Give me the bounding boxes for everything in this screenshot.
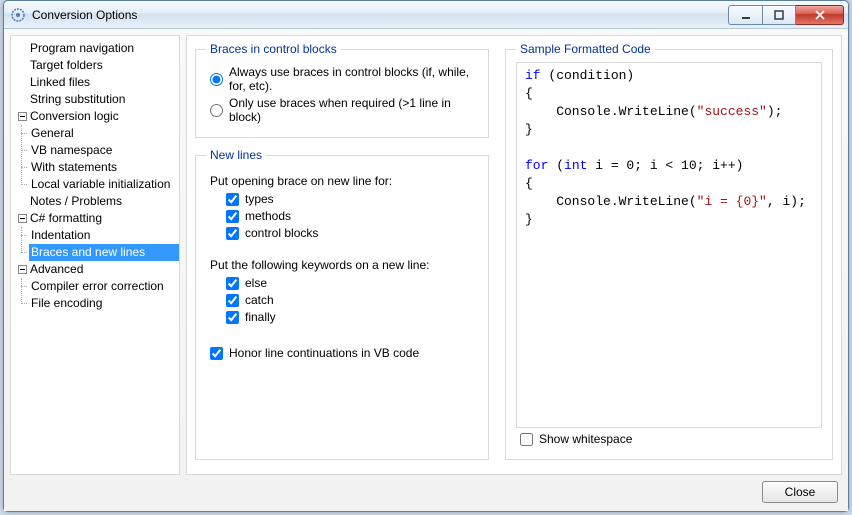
tree-item-csharp-formatting[interactable]: C# formatting bbox=[15, 210, 179, 227]
check-else-input[interactable] bbox=[226, 277, 239, 290]
collapse-icon[interactable] bbox=[17, 213, 28, 224]
tree-item-general[interactable]: General bbox=[29, 125, 179, 142]
close-window-button[interactable] bbox=[796, 5, 844, 25]
radio-label: Always use braces in control blocks (if,… bbox=[229, 65, 478, 93]
check-catch[interactable]: catch bbox=[226, 293, 478, 307]
check-label: else bbox=[245, 276, 267, 290]
check-honor-vb-input[interactable] bbox=[210, 347, 223, 360]
check-control-blocks-input[interactable] bbox=[226, 227, 239, 240]
tree-item-target-folders[interactable]: Target folders bbox=[15, 57, 179, 74]
braces-group: Braces in control blocks Always use brac… bbox=[195, 42, 489, 138]
check-show-whitespace-input[interactable] bbox=[520, 433, 533, 446]
radio-label: Only use braces when required (>1 line i… bbox=[229, 96, 478, 124]
tree-label: String substitution bbox=[30, 91, 125, 108]
sample-group: Sample Formatted Code if (condition) { C… bbox=[505, 42, 833, 460]
close-button[interactable]: Close bbox=[762, 481, 838, 503]
radio-required-braces-input[interactable] bbox=[210, 104, 223, 117]
settings-panel: Braces in control blocks Always use brac… bbox=[186, 35, 842, 475]
tree-label: Target folders bbox=[30, 57, 103, 74]
tree-item-braces-newlines[interactable]: Braces and new lines bbox=[29, 244, 179, 261]
tree-item-notes-problems[interactable]: Notes / Problems bbox=[15, 193, 179, 210]
tree-label: VB namespace bbox=[31, 142, 112, 159]
tree-label: Advanced bbox=[30, 261, 83, 278]
tree-label: Program navigation bbox=[30, 40, 134, 57]
app-icon bbox=[10, 7, 26, 23]
braces-legend: Braces in control blocks bbox=[206, 42, 341, 56]
check-types[interactable]: types bbox=[226, 192, 478, 206]
sample-legend: Sample Formatted Code bbox=[516, 42, 655, 56]
titlebar[interactable]: Conversion Options bbox=[4, 1, 848, 29]
tree-label: C# formatting bbox=[30, 210, 102, 227]
tree-label: Linked files bbox=[30, 74, 90, 91]
footer: Close bbox=[10, 479, 842, 505]
tree-label: Notes / Problems bbox=[30, 193, 122, 210]
tree-item-file-encoding[interactable]: File encoding bbox=[29, 295, 179, 312]
tree-item-local-var-init[interactable]: Local variable initialization bbox=[29, 176, 179, 193]
check-label: finally bbox=[245, 310, 276, 324]
client-area: Program navigation Target folders Linked… bbox=[4, 29, 848, 511]
check-label: control blocks bbox=[245, 226, 318, 240]
check-else[interactable]: else bbox=[226, 276, 478, 290]
check-control-blocks[interactable]: control blocks bbox=[226, 226, 478, 240]
tree-item-vb-namespace[interactable]: VB namespace bbox=[29, 142, 179, 159]
newlines-legend: New lines bbox=[206, 148, 266, 162]
tree-item-program-navigation[interactable]: Program navigation bbox=[15, 40, 179, 57]
tree-label: File encoding bbox=[31, 295, 102, 312]
collapse-icon[interactable] bbox=[17, 264, 28, 275]
tree-label: General bbox=[31, 125, 74, 142]
tree-item-linked-files[interactable]: Linked files bbox=[15, 74, 179, 91]
check-label: catch bbox=[245, 293, 274, 307]
options-column: Braces in control blocks Always use brac… bbox=[187, 36, 497, 474]
sample-column: Sample Formatted Code if (condition) { C… bbox=[497, 36, 841, 474]
tree-label: Compiler error correction bbox=[31, 278, 164, 295]
check-show-whitespace[interactable]: Show whitespace bbox=[520, 432, 822, 446]
put-opening-label: Put opening brace on new line for: bbox=[210, 174, 478, 188]
check-methods[interactable]: methods bbox=[226, 209, 478, 223]
collapse-icon[interactable] bbox=[17, 111, 28, 122]
tree-label: With statements bbox=[31, 159, 117, 176]
check-honor-vb[interactable]: Honor line continuations in VB code bbox=[210, 346, 478, 360]
tree-label: Conversion logic bbox=[30, 108, 119, 125]
radio-required-braces[interactable]: Only use braces when required (>1 line i… bbox=[210, 96, 478, 124]
tree-label: Braces and new lines bbox=[31, 244, 145, 261]
tree-item-conversion-logic[interactable]: Conversion logic bbox=[15, 108, 179, 125]
window-title: Conversion Options bbox=[32, 8, 728, 22]
check-finally[interactable]: finally bbox=[226, 310, 478, 324]
newlines-group: New lines Put opening brace on new line … bbox=[195, 148, 489, 460]
tree-item-compiler-error-correction[interactable]: Compiler error correction bbox=[29, 278, 179, 295]
check-label: methods bbox=[245, 209, 291, 223]
check-label: types bbox=[245, 192, 274, 206]
check-methods-input[interactable] bbox=[226, 210, 239, 223]
dialog-window: Conversion Options Program navigation Ta… bbox=[3, 0, 849, 512]
tree-item-string-substitution[interactable]: String substitution bbox=[15, 91, 179, 108]
check-label: Honor line continuations in VB code bbox=[229, 346, 419, 360]
tree-item-advanced[interactable]: Advanced bbox=[15, 261, 179, 278]
tree-item-indentation[interactable]: Indentation bbox=[29, 227, 179, 244]
window-controls bbox=[728, 5, 844, 25]
maximize-button[interactable] bbox=[762, 5, 796, 25]
check-types-input[interactable] bbox=[226, 193, 239, 206]
check-finally-input[interactable] bbox=[226, 311, 239, 324]
minimize-button[interactable] bbox=[728, 5, 762, 25]
tree-item-with-statements[interactable]: With statements bbox=[29, 159, 179, 176]
tree-label: Indentation bbox=[31, 227, 90, 244]
radio-always-braces-input[interactable] bbox=[210, 73, 223, 86]
check-label: Show whitespace bbox=[539, 432, 632, 446]
put-keywords-label: Put the following keywords on a new line… bbox=[210, 258, 478, 272]
nav-tree[interactable]: Program navigation Target folders Linked… bbox=[10, 35, 180, 475]
sample-code-box[interactable]: if (condition) { Console.WriteLine("succ… bbox=[516, 62, 822, 428]
check-catch-input[interactable] bbox=[226, 294, 239, 307]
tree-label: Local variable initialization bbox=[31, 176, 170, 193]
radio-always-braces[interactable]: Always use braces in control blocks (if,… bbox=[210, 65, 478, 93]
